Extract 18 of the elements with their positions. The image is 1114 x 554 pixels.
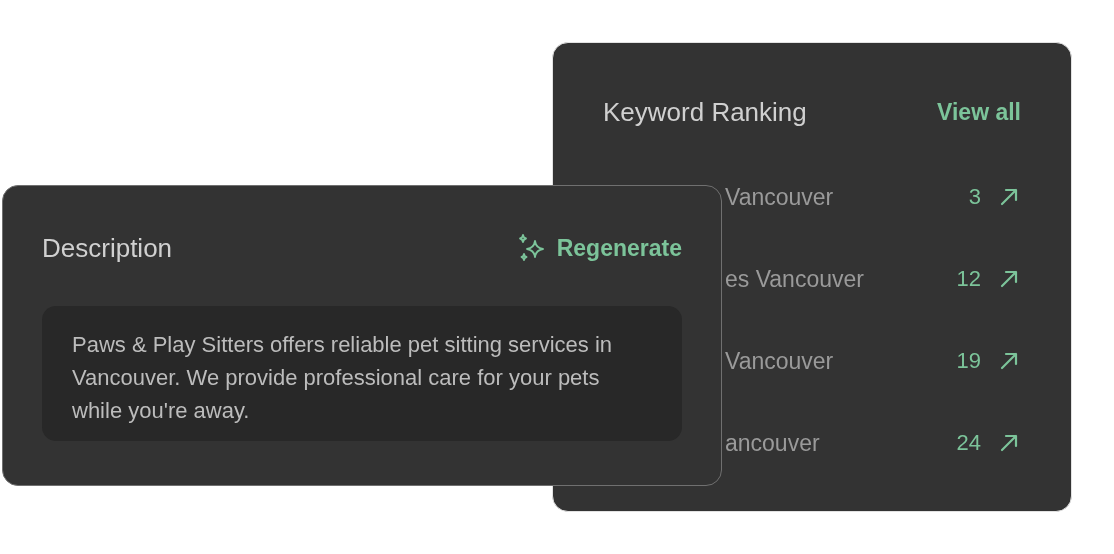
- arrow-up-right-icon: [999, 269, 1019, 289]
- arrow-up-right-icon: [999, 433, 1019, 453]
- arrow-up-right-icon: [999, 187, 1019, 207]
- rank-number: 3: [968, 184, 981, 210]
- card-title: Keyword Ranking: [603, 96, 807, 128]
- keyword-text: Vancouver: [725, 183, 835, 211]
- rank-number: 12: [956, 266, 981, 292]
- view-all-link[interactable]: View all: [937, 98, 1021, 126]
- arrow-up-right-icon: [999, 351, 1019, 371]
- rank-number: 24: [956, 430, 981, 456]
- sparkle-icon: [516, 233, 547, 263]
- rank-number: 19: [956, 348, 981, 374]
- description-text: Paws & Play Sitters offers reliable pet sitting services in Vancouver. We provide professional care for your pets while you're away.: [42, 306, 682, 441]
- regenerate-button[interactable]: Regenerate: [516, 233, 682, 263]
- keyword-text: Vancouver: [725, 347, 835, 375]
- card-title: Description: [42, 232, 173, 264]
- keyword-text: ancouver: [725, 429, 821, 457]
- keyword-text: es Vancouver: [725, 265, 865, 293]
